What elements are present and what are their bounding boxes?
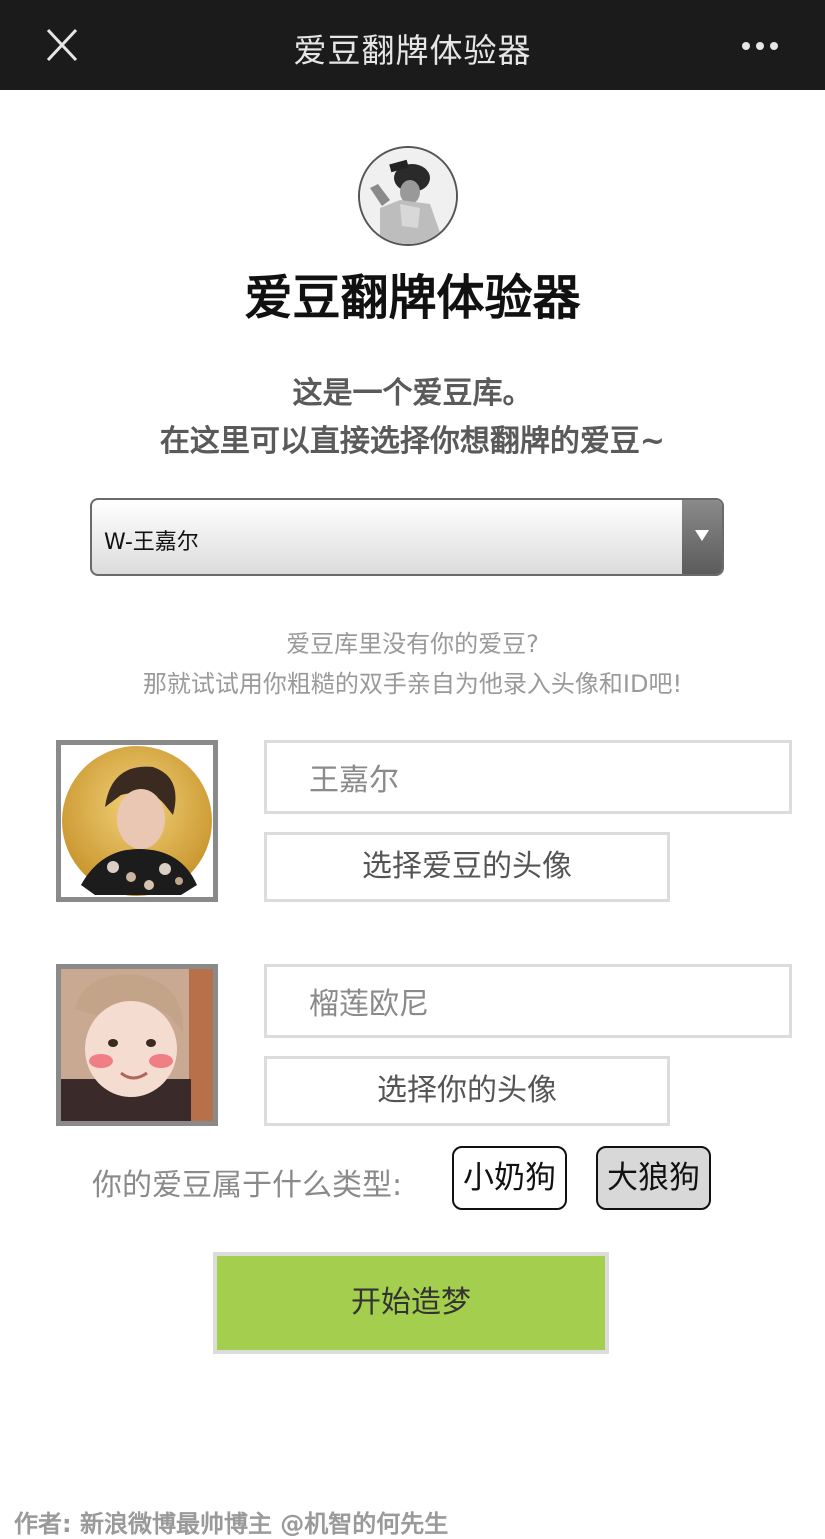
user-avatar [56, 964, 218, 1126]
top-bar: 爱豆翻牌体验器 [0, 0, 825, 90]
idol-name-input[interactable] [264, 740, 792, 814]
description-line-2: 在这里可以直接选择你想翻牌的爱豆~ [159, 424, 666, 459]
dropdown-arrow-icon[interactable] [682, 500, 722, 574]
choose-user-avatar-button[interactable]: 选择你的头像 [264, 1056, 670, 1126]
topbar-title: 爱豆翻牌体验器 [293, 31, 532, 70]
type-option-wolf[interactable]: 大狼狗 [596, 1146, 711, 1210]
choose-idol-avatar-button[interactable]: 选择爱豆的头像 [264, 832, 670, 902]
more-dots-icon[interactable] [739, 34, 785, 58]
hint-line-2: 那就试试用你粗糙的双手亲自为他录入头像和ID吧! [142, 670, 683, 698]
author-footer: 作者: 新浪微博最帅博主 @机智的何先生 [14, 1510, 449, 1538]
idol-library-select[interactable]: W-王嘉尔 [90, 498, 724, 576]
idol-select-value: W-王嘉尔 [104, 530, 199, 555]
idol-type-label: 你的爱豆属于什么类型: [92, 1168, 403, 1203]
logo-avatar [358, 146, 458, 246]
user-name-input[interactable] [264, 964, 792, 1038]
idol-avatar [56, 740, 218, 902]
type-option-puppy[interactable]: 小奶狗 [452, 1146, 567, 1210]
hint-line-1: 爱豆库里没有你的爱豆? [286, 630, 539, 658]
start-button[interactable]: 开始造梦 [213, 1252, 609, 1354]
description-line-1: 这是一个爱豆库。 [292, 376, 533, 411]
page-title: 爱豆翻牌体验器 [244, 270, 581, 326]
